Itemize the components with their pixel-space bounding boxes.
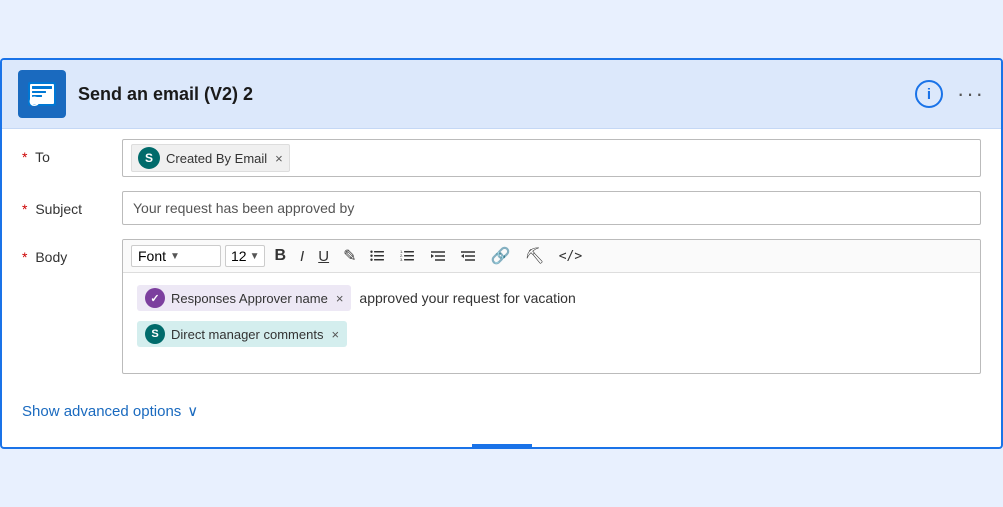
body-text-after: approved your request for vacation [359, 290, 575, 306]
svg-text:3.: 3. [400, 257, 403, 262]
body-field[interactable]: Font ▼ 12 ▼ B I U ✎ [122, 239, 981, 374]
show-advanced-label: Show advanced options [22, 403, 181, 420]
italic-button[interactable]: I [295, 246, 309, 267]
more-options-button[interactable]: ··· [957, 81, 985, 107]
show-advanced-arrow: ∨ [187, 402, 198, 420]
indent-button[interactable] [425, 246, 451, 266]
app-icon: O [18, 70, 66, 118]
body-line-1: ✓ Responses Approver name × approved you… [137, 285, 966, 311]
header-title: Send an email (V2) 2 [78, 84, 903, 105]
subject-input[interactable] [122, 191, 981, 225]
tag-close-button[interactable]: × [275, 151, 283, 166]
to-field-row: * To S Created By Email × [22, 139, 981, 177]
subject-field-row: * Subject [22, 191, 981, 225]
manager-tag-avatar: S [145, 324, 165, 344]
underline-button[interactable]: U [313, 246, 334, 267]
approver-tag-text: Responses Approver name [171, 291, 328, 306]
to-tag: S Created By Email × [131, 144, 290, 172]
bottom-divider [472, 444, 532, 447]
required-indicator: * [22, 149, 27, 165]
manager-tag-close[interactable]: × [331, 327, 339, 342]
required-indicator: * [22, 201, 27, 217]
manager-comments-tag[interactable]: S Direct manager comments × [137, 321, 347, 347]
svg-text:O: O [29, 93, 40, 109]
unordered-list-button[interactable] [365, 246, 391, 266]
required-indicator: * [22, 249, 27, 265]
body-field-row: * Body Font ▼ 12 ▼ B [22, 239, 981, 374]
info-icon: i [915, 80, 943, 108]
body-line-2: S Direct manager comments × [137, 321, 966, 347]
dots-icon: ··· [957, 81, 985, 107]
to-input[interactable]: S Created By Email × [122, 139, 981, 177]
link-button[interactable]: 🔗 [485, 244, 515, 268]
approver-tag-avatar: ✓ [145, 288, 165, 308]
subject-label: * Subject [22, 191, 122, 217]
font-label: Font [138, 248, 166, 264]
tag-text: Created By Email [166, 151, 267, 166]
body-label: * Body [22, 239, 122, 265]
body-content[interactable]: ✓ Responses Approver name × approved you… [123, 273, 980, 373]
unlink-button[interactable]: ⛏ [519, 244, 549, 268]
font-size-selector[interactable]: 12 ▼ [225, 245, 265, 267]
size-arrow: ▼ [250, 251, 260, 262]
font-arrow: ▼ [170, 251, 180, 262]
font-selector[interactable]: Font ▼ [131, 245, 221, 267]
info-button[interactable]: i [915, 80, 943, 108]
body-toolbar: Font ▼ 12 ▼ B I U ✎ [123, 240, 980, 273]
tag-avatar: S [138, 147, 160, 169]
to-label: * To [22, 139, 122, 165]
approver-tag-close[interactable]: × [336, 291, 344, 306]
highlight-button[interactable]: ✎ [338, 244, 361, 268]
show-advanced-options[interactable]: Show advanced options ∨ [22, 398, 198, 424]
manager-tag-text: Direct manager comments [171, 327, 323, 342]
approver-name-tag[interactable]: ✓ Responses Approver name × [137, 285, 351, 311]
bold-button[interactable]: B [269, 245, 291, 267]
size-label: 12 [231, 248, 247, 264]
ordered-list-button[interactable]: 1.2.3. [395, 246, 421, 266]
outdent-button[interactable] [455, 246, 481, 266]
form-body: * To S Created By Email × * Subject [2, 129, 1001, 444]
card-header: O Send an email (V2) 2 i ··· [2, 60, 1001, 129]
header-actions: i ··· [915, 80, 985, 108]
code-button[interactable]: </> [554, 247, 587, 266]
email-card: O Send an email (V2) 2 i ··· * To [0, 58, 1003, 449]
